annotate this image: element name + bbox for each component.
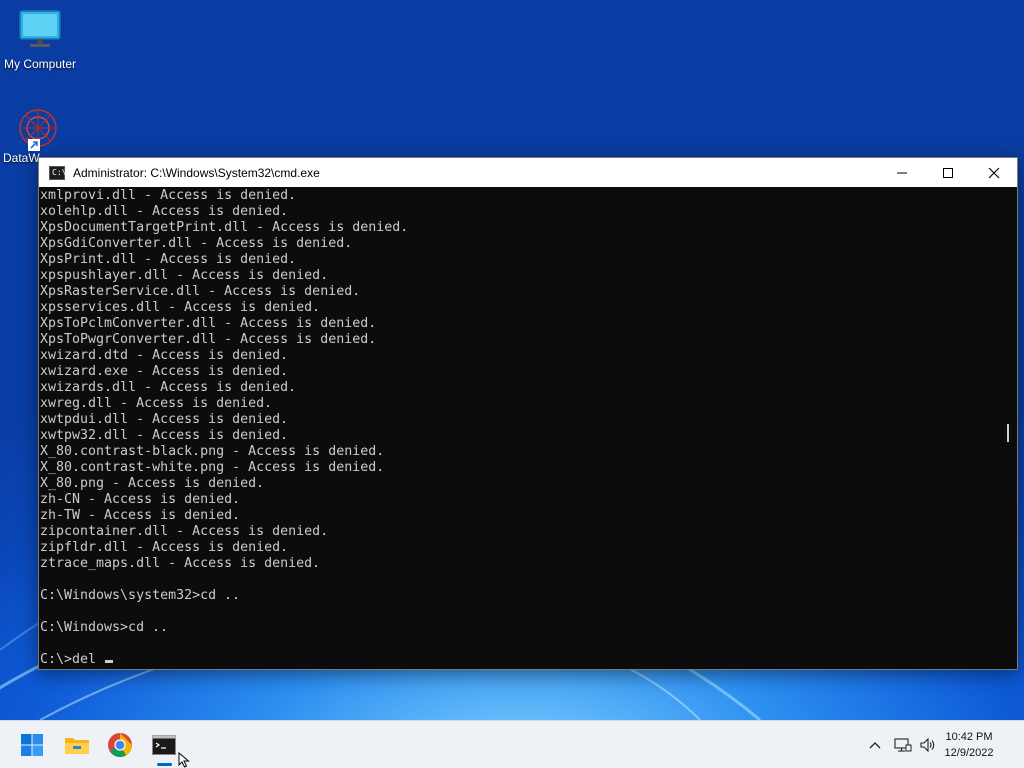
show-hidden-icons-button[interactable] xyxy=(864,721,886,768)
console-line: C:\Windows\system32>cd .. xyxy=(40,588,241,603)
chevron-up-icon xyxy=(869,742,881,749)
close-icon xyxy=(988,167,1000,178)
console-line: zipcontainer.dll - Access is denied. xyxy=(40,524,329,539)
window-controls xyxy=(879,158,1017,187)
my-computer-label: My Computer xyxy=(3,57,77,71)
console-line: C:\Windows>cd .. xyxy=(40,620,169,635)
close-button[interactable] xyxy=(971,158,1017,187)
console-line: xwizards.dll - Access is denied. xyxy=(40,380,297,395)
vertical-scrollbar[interactable] xyxy=(1000,188,1017,669)
prompt-text: C:\>del xyxy=(40,652,105,667)
monitor-icon xyxy=(19,10,61,47)
console-line: xwtpdui.dll - Access is denied. xyxy=(40,412,289,427)
console-line: zh-CN - Access is denied. xyxy=(40,492,241,507)
console-line: XpsDocumentTargetPrint.dll - Access is d… xyxy=(40,220,409,235)
console-line: xwizard.exe - Access is denied. xyxy=(40,364,289,379)
console-line: xwreg.dll - Access is denied. xyxy=(40,396,273,411)
cmd-window[interactable]: C:\ Administrator: C:\Windows\System32\c… xyxy=(38,157,1018,670)
mouse-pointer-icon xyxy=(178,752,190,768)
console-line: XpsPrint.dll - Access is denied. xyxy=(40,252,297,267)
console-line: zipfldr.dll - Access is denied. xyxy=(40,540,289,555)
window-title: Administrator: C:\Windows\System32\cmd.e… xyxy=(73,165,320,180)
file-explorer-button[interactable] xyxy=(57,721,97,768)
console-output[interactable]: xmlprovi.dll - Access is denied. xolehlp… xyxy=(39,188,999,669)
console-line: XpsRasterService.dll - Access is denied. xyxy=(40,284,361,299)
chrome-icon xyxy=(108,733,132,758)
network-button[interactable] xyxy=(892,721,914,768)
dataw-app-icon xyxy=(19,109,57,151)
console-line: ztrace_maps.dll - Access is denied. xyxy=(40,556,321,571)
cmd-icon xyxy=(152,735,176,755)
console-line: xpspushlayer.dll - Access is denied. xyxy=(40,268,329,283)
console-line: XpsToPclmConverter.dll - Access is denie… xyxy=(40,316,377,331)
console-line: zh-TW - Access is denied. xyxy=(40,508,241,523)
title-bar[interactable]: C:\ Administrator: C:\Windows\System32\c… xyxy=(39,158,1017,187)
network-icon xyxy=(894,738,912,752)
console-line: xolehlp.dll - Access is denied. xyxy=(40,204,289,219)
active-app-indicator xyxy=(157,763,172,766)
console-line: XpsToPwgrConverter.dll - Access is denie… xyxy=(40,332,377,347)
console-line: xwtpw32.dll - Access is denied. xyxy=(40,428,289,443)
console-line: xmlprovi.dll - Access is denied. xyxy=(40,188,297,203)
taskbar: 10:42 PM 12/9/2022 xyxy=(0,720,1024,768)
minimize-icon xyxy=(897,172,907,173)
console-line: xwizard.dtd - Access is denied. xyxy=(40,348,289,363)
maximize-icon xyxy=(943,167,953,178)
text-cursor xyxy=(105,660,114,663)
system-clock[interactable]: 10:42 PM 12/9/2022 xyxy=(934,729,1004,761)
minimize-button[interactable] xyxy=(879,158,925,187)
chrome-button[interactable] xyxy=(100,721,140,768)
prompt-line[interactable]: C:\>del xyxy=(39,652,999,668)
console-line: XpsGdiConverter.dll - Access is denied. xyxy=(40,236,353,251)
console-text: xmlprovi.dll - Access is denied. xolehlp… xyxy=(39,188,999,652)
maximize-button[interactable] xyxy=(925,158,971,187)
console-line: X_80.contrast-white.png - Access is deni… xyxy=(40,460,385,475)
console-line: xpsservices.dll - Access is denied. xyxy=(40,300,321,315)
start-icon xyxy=(21,734,43,756)
console-line: X_80.png - Access is denied. xyxy=(40,476,265,491)
scrollbar-thumb[interactable] xyxy=(1007,424,1009,442)
cmd-window-icon: C:\ xyxy=(49,165,66,180)
my-computer-desktop-icon[interactable]: My Computer xyxy=(0,8,80,71)
clock-time: 10:42 PM xyxy=(945,731,993,743)
console-line: X_80.contrast-black.png - Access is deni… xyxy=(40,444,385,459)
start-button[interactable] xyxy=(12,721,52,768)
clock-date: 12/9/2022 xyxy=(944,747,994,759)
file-explorer-icon xyxy=(65,738,89,754)
